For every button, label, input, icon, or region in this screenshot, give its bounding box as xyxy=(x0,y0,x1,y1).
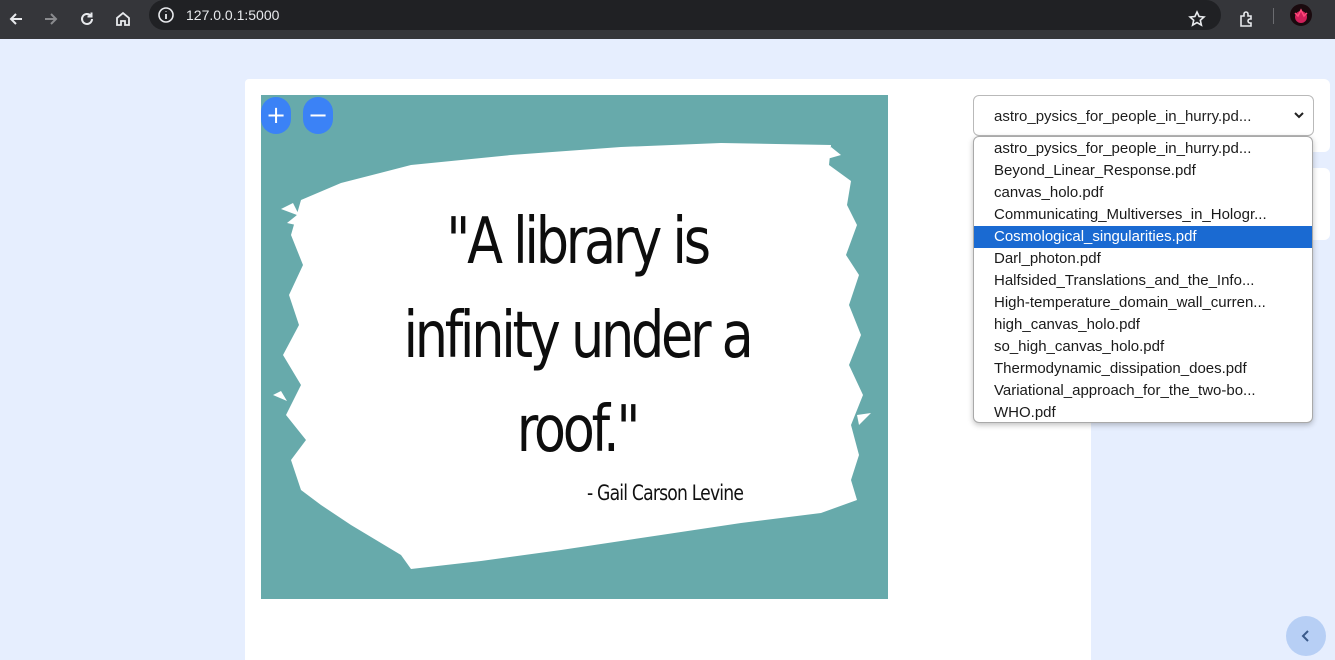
file-option[interactable]: Variational_approach_for_the_two-bo... xyxy=(974,380,1312,402)
file-option[interactable]: so_high_canvas_holo.pdf xyxy=(974,336,1312,358)
home-icon[interactable] xyxy=(108,4,138,34)
file-option[interactable]: high_canvas_holo.pdf xyxy=(974,314,1312,336)
file-option[interactable]: Halfsided_Translations_and_the_Info... xyxy=(974,270,1312,292)
back-arrow-icon[interactable] xyxy=(1,4,31,34)
pdf-viewer[interactable]: "A library is infinity under a roof." - … xyxy=(261,95,888,599)
extensions-icon[interactable] xyxy=(1232,4,1262,34)
file-option[interactable]: High-temperature_domain_wall_curren... xyxy=(974,292,1312,314)
file-select-value: astro_pysics_for_people_in_hurry.pd... xyxy=(994,108,1252,125)
zoom-in-button[interactable]: + xyxy=(261,97,291,134)
file-option[interactable]: WHO.pdf xyxy=(974,402,1312,422)
chevron-left-icon xyxy=(1301,630,1309,642)
file-option-highlighted[interactable]: Cosmological_singularities.pdf xyxy=(974,226,1312,248)
address-bar[interactable] xyxy=(149,0,1221,30)
profile-avatar[interactable] xyxy=(1290,4,1312,26)
file-option[interactable]: Darl_photon.pdf xyxy=(974,248,1312,270)
file-select[interactable]: astro_pysics_for_people_in_hurry.pd... xyxy=(973,95,1314,136)
collapse-sidebar-button[interactable] xyxy=(1286,616,1326,656)
reload-icon[interactable] xyxy=(72,4,102,34)
url-text[interactable]: 127.0.0.1:5000 xyxy=(186,7,279,23)
toolbar-divider xyxy=(1273,8,1274,24)
site-info-icon[interactable] xyxy=(157,6,175,24)
zoom-out-button[interactable]: − xyxy=(303,97,333,134)
file-option[interactable]: Beyond_Linear_Response.pdf xyxy=(974,160,1312,182)
file-option[interactable]: canvas_holo.pdf xyxy=(974,182,1312,204)
file-option[interactable]: Thermodynamic_dissipation_does.pdf xyxy=(974,358,1312,380)
forward-arrow-icon[interactable] xyxy=(36,4,66,34)
file-option[interactable]: Communicating_Multiverses_in_Hologr... xyxy=(974,204,1312,226)
file-dropdown-list: astro_pysics_for_people_in_hurry.pd... B… xyxy=(973,136,1313,423)
chevron-down-icon xyxy=(1294,112,1304,119)
bookmark-star-icon[interactable] xyxy=(1182,4,1212,34)
quote-author: - Gail Carson Levine xyxy=(587,481,744,505)
browser-toolbar: 127.0.0.1:5000 xyxy=(0,0,1335,39)
quote-text: "A library is infinity under a roof." xyxy=(403,205,753,467)
file-option[interactable]: astro_pysics_for_people_in_hurry.pd... xyxy=(974,138,1312,160)
